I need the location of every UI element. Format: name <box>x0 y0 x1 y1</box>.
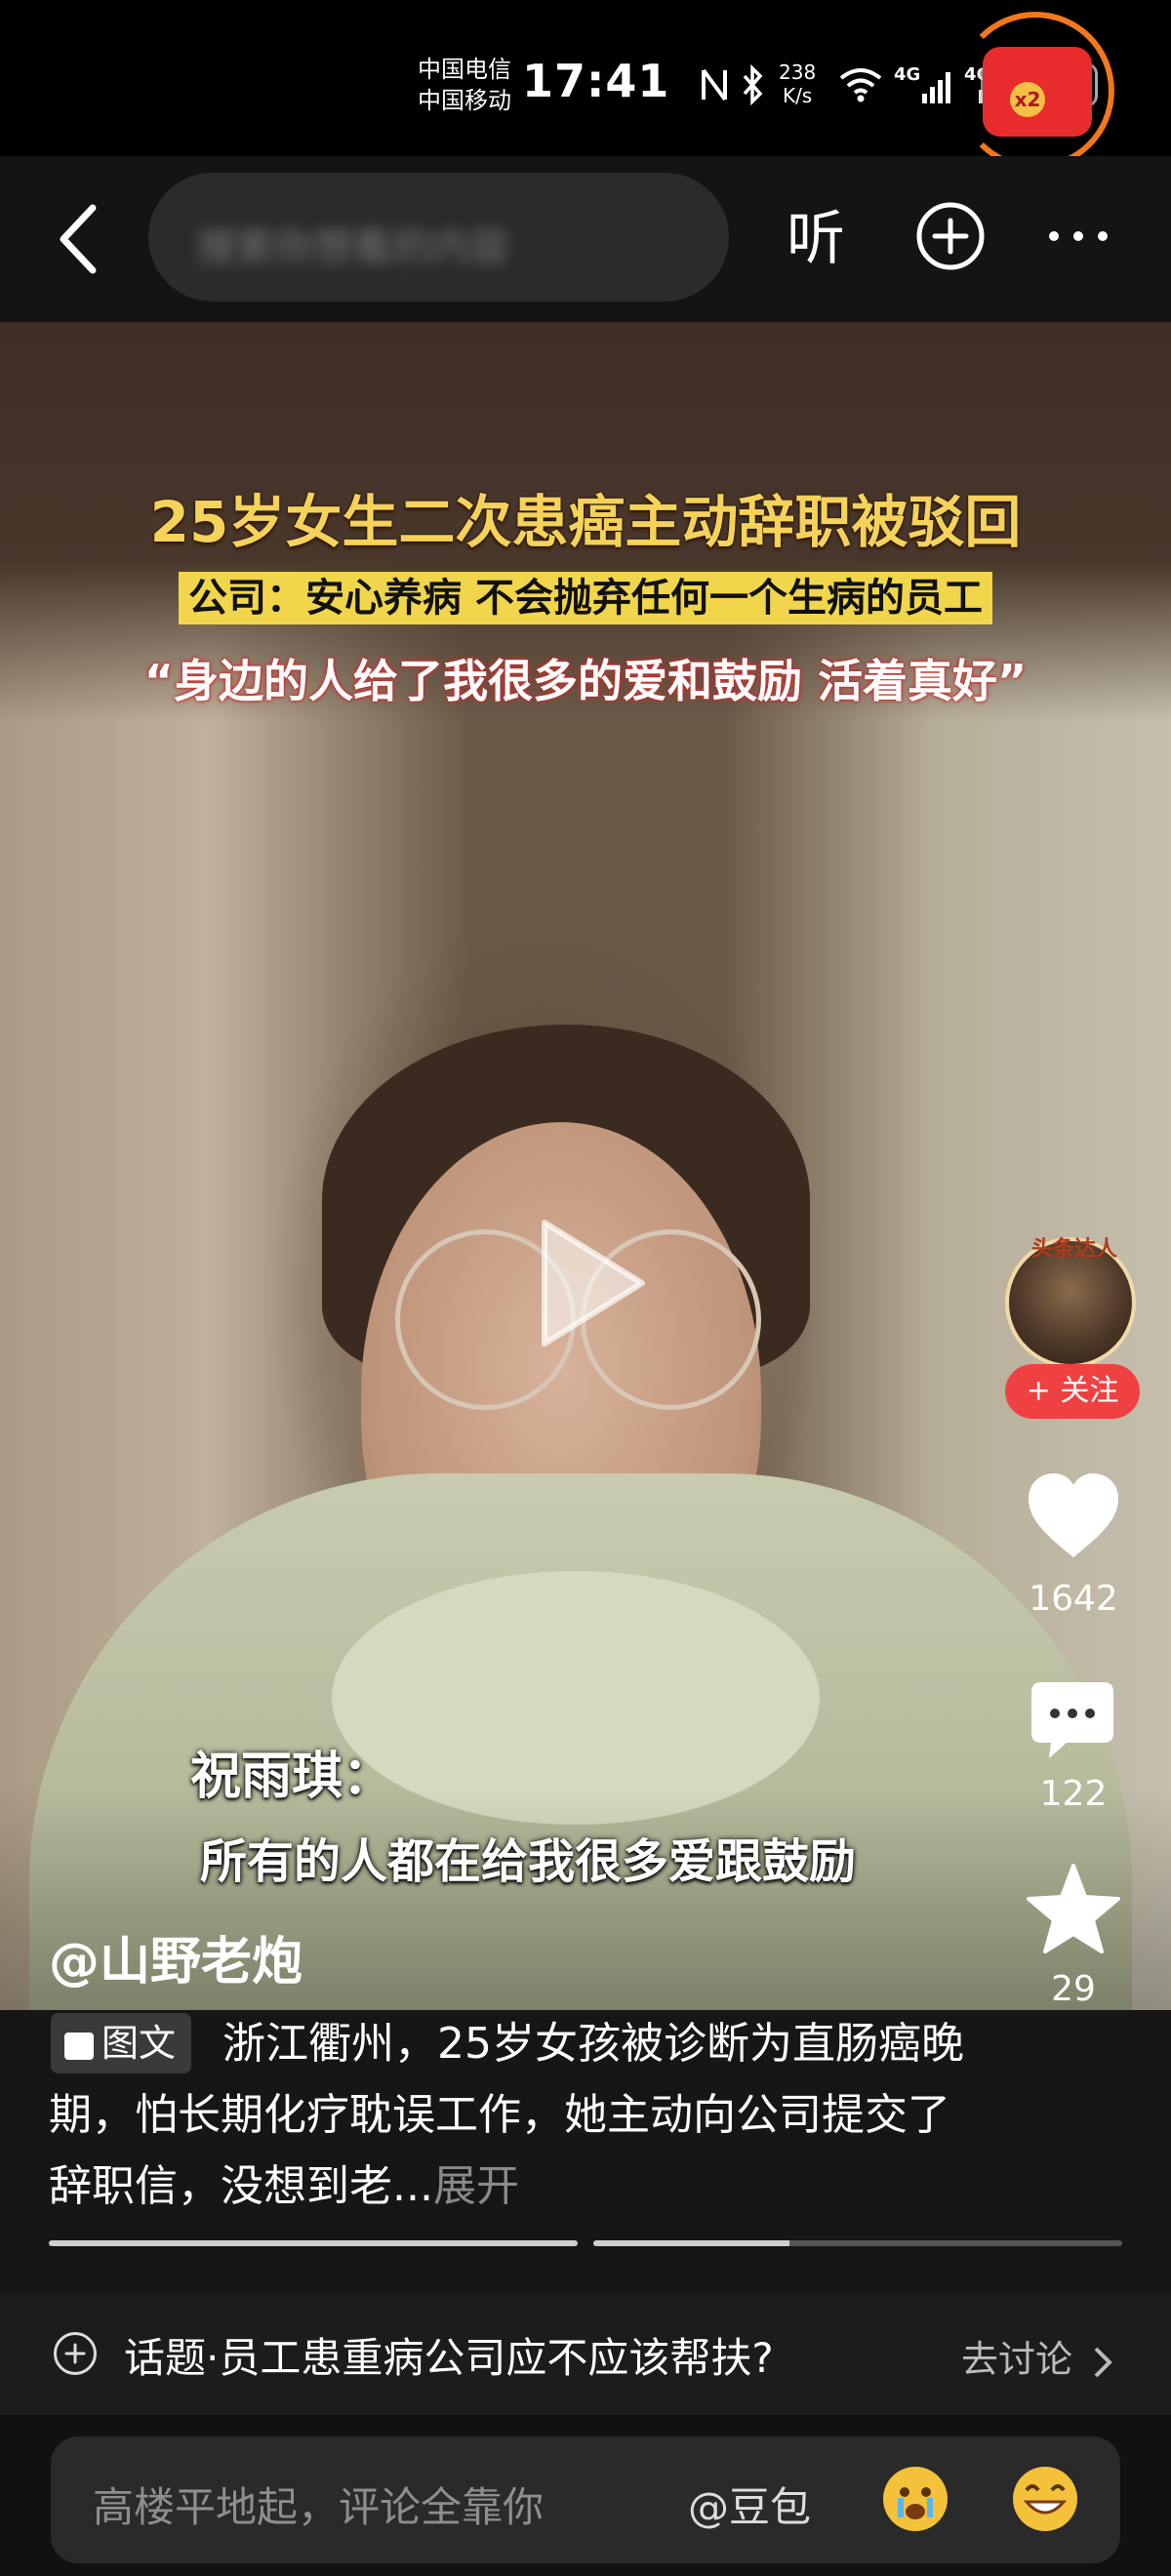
topic-discuss-label: 去讨论 <box>961 2338 1073 2381</box>
crying-emoji-icon[interactable] <box>883 2467 948 2531</box>
video-headline: 25岁女生二次患癌主动辞职被驳回 <box>149 489 1022 555</box>
mention-doubao[interactable]: @豆包 <box>688 2475 811 2534</box>
video-quote-line: “身边的人给了我很多的爱和鼓励 活着真好” <box>143 655 1028 707</box>
add-icon[interactable] <box>915 201 986 271</box>
comment-count: 122 <box>1039 1774 1108 1814</box>
carrier-primary: 中国电信 <box>418 56 511 83</box>
expand-link[interactable]: 展开 <box>433 2161 519 2211</box>
follow-button[interactable]: + 关注 <box>1005 1364 1140 1419</box>
status-time: 17:41 <box>522 55 670 107</box>
like-count: 1642 <box>1029 1579 1118 1619</box>
video-company-line: 公司：安心养病 不会抛弃任何一个生病的员工 <box>98 566 1073 624</box>
like-heart-icon[interactable] <box>1025 1471 1122 1561</box>
network-speed-unit: K/s <box>782 84 813 107</box>
listen-button[interactable]: 听 <box>787 200 845 278</box>
reward-multiplier: x2 <box>1010 82 1045 117</box>
search-placeholder: 搜索你想看的内容 <box>197 225 509 270</box>
comment-icon[interactable] <box>1028 1678 1117 1762</box>
grinning-emoji-icon[interactable] <box>1013 2467 1077 2531</box>
slide-progress-2-fill <box>593 2240 789 2246</box>
company-line-text: 公司：安心养病 不会抛弃任何一个生病的员工 <box>179 572 992 624</box>
search-bar[interactable]: 搜索你想看的内容 <box>148 173 729 302</box>
post-type-tag: 图文 <box>51 2013 192 2073</box>
chevron-right-icon <box>1094 2347 1112 2377</box>
comment-placeholder: 高楼平地起，评论全靠你 <box>93 2483 545 2531</box>
video-subtitle: 所有的人都在给我很多爱跟鼓励 <box>200 1834 857 1889</box>
more-icon[interactable] <box>1044 226 1112 246</box>
slide-progress-1 <box>49 2240 578 2246</box>
signal-bars-icon <box>922 72 950 103</box>
video-speaker-name: 祝雨琪： <box>190 1748 394 1806</box>
network-speed-value: 238 <box>779 60 817 84</box>
image-text-icon <box>64 2032 94 2060</box>
nfc-icon <box>702 68 727 101</box>
play-icon[interactable] <box>535 1215 652 1351</box>
carrier-secondary: 中国移动 <box>418 87 511 114</box>
avatar-badge: 头条达人 <box>1030 1237 1117 1262</box>
favorite-star-icon[interactable] <box>1025 1862 1122 1955</box>
slide-progress-2 <box>593 2240 1122 2246</box>
back-arrow-icon[interactable] <box>54 200 102 278</box>
topic-discuss-link[interactable]: 去讨论 <box>961 2329 1115 2383</box>
topic-text[interactable]: 话题·员工患重病公司应不应该帮扶? <box>124 2325 774 2385</box>
topic-add-icon <box>54 2332 97 2375</box>
author-name[interactable]: @山野老炮 <box>49 1920 303 1993</box>
bluetooth-icon <box>743 64 763 105</box>
wifi-icon <box>839 68 882 102</box>
favorite-count: 29 <box>1051 1969 1096 2009</box>
network-speed: 238 K/s <box>779 60 816 107</box>
post-type-label: 图文 <box>101 2022 177 2065</box>
